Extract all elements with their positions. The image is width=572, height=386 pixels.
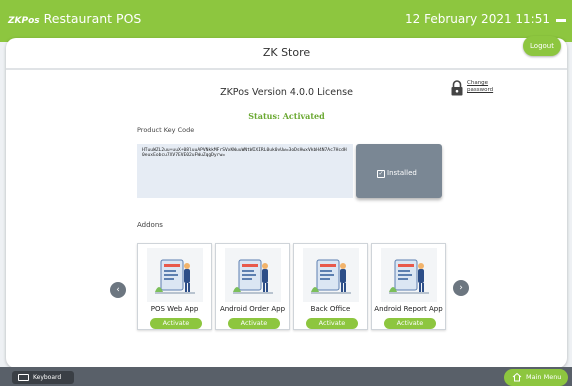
app-brand: ZKPos Restaurant POS <box>8 11 141 26</box>
product-key-field[interactable]: HTuuWZL2uu+uuX+08luuAPVNkkMFrSVxKWuuWNtW… <box>137 144 353 198</box>
activate-button[interactable]: Activate <box>306 318 358 329</box>
main-menu-label: Main Menu <box>526 373 562 381</box>
addon-card[interactable]: POS Web App Activate <box>137 243 212 330</box>
addon-card[interactable]: Android Order App Activate <box>215 243 290 330</box>
change-password-link[interactable]: Change password <box>450 78 510 100</box>
activate-button[interactable]: Activate <box>228 318 280 329</box>
chevron-right-icon[interactable]: › <box>453 280 469 296</box>
logout-button[interactable]: Logout <box>523 36 561 56</box>
addon-card[interactable]: Android Report App Activate <box>371 243 446 330</box>
installed-button[interactable]: ✓ Installed <box>356 144 442 198</box>
installed-label: Installed <box>387 169 417 177</box>
minimize-icon[interactable] <box>556 19 566 22</box>
store-card: ZK Store Logout ZKPos Version 4.0.0 Lice… <box>6 36 567 368</box>
checkbox-icon: ✓ <box>377 170 385 178</box>
bottom-bar: Keyboard Main Menu <box>0 367 572 386</box>
addon-name: Android Order App <box>219 305 286 313</box>
addons-label: Addons <box>137 221 163 229</box>
addon-illustration <box>381 248 437 302</box>
addon-illustration <box>147 248 203 302</box>
change-password-label: Change password <box>467 80 494 93</box>
lock-icon <box>451 80 463 96</box>
app-title: Restaurant POS <box>43 11 142 26</box>
addon-illustration <box>303 248 359 302</box>
page-title: ZK Store <box>262 46 311 59</box>
addon-name: Back Office <box>310 305 351 313</box>
addon-name: POS Web App <box>150 305 199 313</box>
keyboard-label: Keyboard <box>33 374 62 381</box>
main-menu-button[interactable]: Main Menu <box>504 369 568 386</box>
activate-button[interactable]: Activate <box>384 318 436 329</box>
product-key-label: Product Key Code <box>137 126 195 134</box>
addon-card[interactable]: Back Office Activate <box>293 243 368 330</box>
addon-name: Android Report App <box>374 305 443 313</box>
store-header: ZK Store <box>6 38 567 70</box>
addon-illustration <box>225 248 281 302</box>
license-status: Status: Activated <box>248 111 325 121</box>
home-icon <box>512 372 522 382</box>
activate-button[interactable]: Activate <box>150 318 202 329</box>
datetime: 12 February 2021 11:51 <box>404 12 550 26</box>
keyboard-icon <box>18 374 29 381</box>
keyboard-button[interactable]: Keyboard <box>12 371 74 384</box>
app-logo: ZKPos <box>8 16 40 26</box>
chevron-left-icon[interactable]: ‹ <box>110 282 126 298</box>
top-bar: ZKPos Restaurant POS 12 February 2021 11… <box>0 0 572 42</box>
